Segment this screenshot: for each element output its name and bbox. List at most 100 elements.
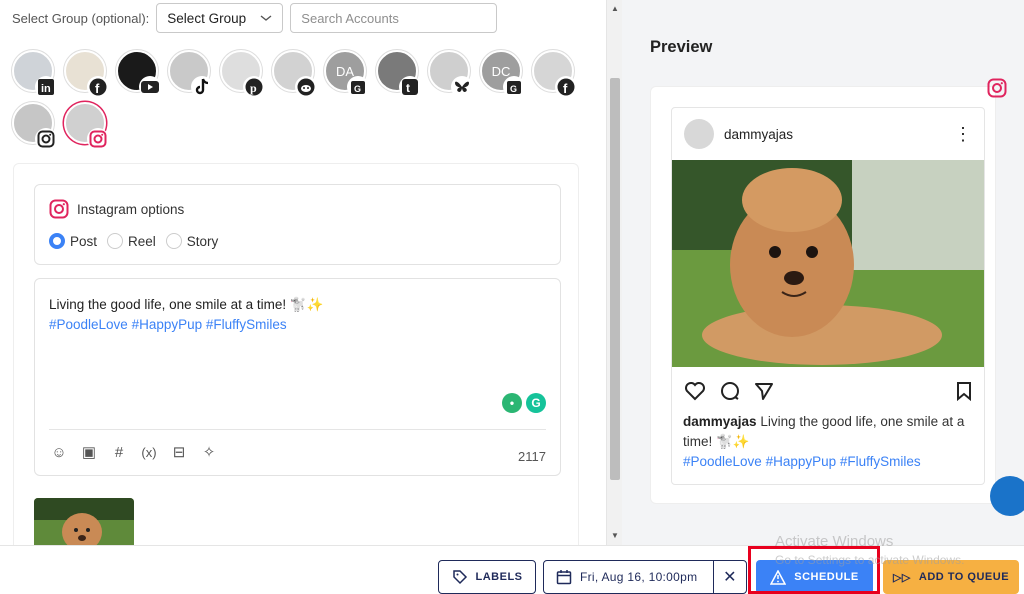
ai-sparkle-icon[interactable]: ✧ xyxy=(199,443,219,461)
chat-support-button[interactable] xyxy=(990,476,1024,516)
svg-text:f: f xyxy=(563,81,568,96)
instagram-post-preview: dammyajas ⋮ dammyajas Living the good li… xyxy=(671,107,985,485)
account-avatar-tiktok[interactable] xyxy=(168,50,213,98)
account-avatar-linkedin[interactable]: in xyxy=(12,50,57,98)
caption-hashtags: #PoodleLove #HappyPup #FluffySmiles xyxy=(683,454,921,469)
grammarly-icon[interactable]: G xyxy=(526,393,546,413)
preview-card: dammyajas ⋮ dammyajas Living the good li… xyxy=(650,86,996,504)
writing-assistants: • G xyxy=(502,393,546,413)
avatar-initials: DC xyxy=(491,63,511,79)
post-text-editor[interactable]: Living the good life, one smile at a tim… xyxy=(34,278,561,476)
editor-toolbar: ☺ ▣ # (x) ⊟ ✧ xyxy=(49,443,219,462)
account-avatar-facebook-2[interactable]: f xyxy=(532,50,577,98)
tiktok-icon xyxy=(191,76,213,98)
bluesky-icon xyxy=(451,76,473,98)
radio-post[interactable]: Post xyxy=(49,233,97,249)
schedule-date-picker[interactable]: Fri, Aug 16, 10:00pm ✕ xyxy=(543,560,747,594)
post-body-text: Living the good life, one smile at a tim… xyxy=(49,297,324,312)
preview-title: Preview xyxy=(650,38,713,56)
share-icon[interactable] xyxy=(754,381,774,401)
chevron-down-icon xyxy=(260,15,272,21)
avatar-initials: DA xyxy=(335,63,355,79)
instagram-options-header: Instagram options xyxy=(49,199,184,219)
facebook-icon: f xyxy=(555,76,577,98)
instagram-icon xyxy=(35,128,57,150)
bookmark-icon[interactable] xyxy=(956,381,972,401)
post-header: dammyajas ⋮ xyxy=(672,108,984,160)
svg-text:p: p xyxy=(250,81,257,95)
account-avatar-youtube[interactable] xyxy=(116,50,161,98)
radio-dot xyxy=(165,233,182,249)
svg-text:G: G xyxy=(354,84,361,94)
more-options-icon[interactable]: ⋮ xyxy=(954,124,972,145)
svg-text:f: f xyxy=(95,81,100,96)
group-row: Select Group (optional): Select Group xyxy=(12,2,498,34)
poodle-image xyxy=(34,498,134,545)
caption-username: dammyajas xyxy=(683,414,757,429)
character-count: 2117 xyxy=(518,449,546,464)
svg-text:t: t xyxy=(406,81,410,95)
google-business-icon: G xyxy=(347,76,369,98)
emoji-icon[interactable]: ☺ xyxy=(49,444,69,461)
comment-icon[interactable] xyxy=(720,381,740,401)
instagram-icon xyxy=(987,78,1007,98)
account-avatar-facebook[interactable]: f xyxy=(64,50,109,98)
attached-media-thumbnail[interactable] xyxy=(34,498,134,545)
preview-username: dammyajas xyxy=(724,126,794,142)
group-select[interactable]: Select Group xyxy=(156,3,284,33)
linkedin-icon: in xyxy=(35,76,57,98)
svg-text:G: G xyxy=(510,84,517,94)
post-hashtags: #PoodleLove #HappyPup #FluffySmiles xyxy=(49,317,287,332)
image-icon[interactable]: ▣ xyxy=(79,443,99,461)
labels-button-label: LABELS xyxy=(475,571,523,583)
account-avatar-pinterest[interactable]: p xyxy=(220,50,265,98)
clear-date-icon[interactable]: ✕ xyxy=(713,561,746,593)
fast-forward-icon: ▷▷ xyxy=(892,571,911,584)
avatar xyxy=(684,119,714,149)
instagram-options-title: Instagram options xyxy=(77,201,185,217)
post-type-radios: Post Reel Story xyxy=(49,233,218,249)
vertical-scrollbar[interactable]: ▲ ▼ xyxy=(606,0,622,545)
radio-label: Reel xyxy=(128,233,156,249)
scrollbar-thumb[interactable] xyxy=(610,78,620,480)
scroll-up-icon[interactable]: ▲ xyxy=(611,4,619,13)
post-text[interactable]: Living the good life, one smile at a tim… xyxy=(49,295,324,335)
account-avatar-google-business-da[interactable]: DA G xyxy=(324,50,369,98)
instagram-icon xyxy=(49,199,69,219)
radio-label: Post xyxy=(70,233,98,249)
pinterest-icon: p xyxy=(243,76,265,98)
google-business-icon: G xyxy=(503,76,525,98)
hashtag-icon[interactable]: # xyxy=(109,444,129,461)
divider xyxy=(49,429,546,430)
watermark-line1: Activate Windows xyxy=(775,533,894,550)
account-avatar-instagram[interactable] xyxy=(12,102,57,150)
preview-panel: Preview dammyajas ⋮ dammyajas Living the… xyxy=(623,0,1024,545)
group-select-value: Select Group xyxy=(167,10,247,26)
radio-reel[interactable]: Reel xyxy=(107,233,156,249)
post-image xyxy=(672,160,984,367)
variable-icon[interactable]: (x) xyxy=(139,445,159,460)
account-avatar-reddit[interactable] xyxy=(272,50,317,98)
account-avatar-bluesky[interactable] xyxy=(428,50,473,98)
radio-dot xyxy=(107,233,124,249)
watermark-line2: Go to Settings to activate Windows. xyxy=(775,553,965,567)
radio-label: Story xyxy=(186,233,219,249)
reddit-icon xyxy=(295,76,317,98)
account-avatar-google-business-dc[interactable]: DC G xyxy=(480,50,525,98)
queue-button-label: ADD TO QUEUE xyxy=(918,571,1010,583)
post-editor-card: Instagram options Post Reel Story Living… xyxy=(13,163,579,545)
lightbulb-icon[interactable]: • xyxy=(502,393,522,413)
tag-icon xyxy=(452,570,467,585)
layout-icon[interactable]: ⊟ xyxy=(169,443,189,461)
composer-panel: Select Group (optional): Select Group in… xyxy=(0,0,606,545)
account-avatar-tumblr[interactable]: t xyxy=(376,50,421,98)
svg-text:in: in xyxy=(41,83,51,95)
labels-button[interactable]: LABELS xyxy=(438,560,536,594)
group-label: Select Group (optional): xyxy=(12,10,150,26)
heart-icon[interactable] xyxy=(684,381,706,401)
search-accounts-input[interactable] xyxy=(290,3,498,33)
radio-story[interactable]: Story xyxy=(165,233,219,249)
account-avatar-instagram-selected[interactable] xyxy=(64,102,109,150)
radio-dot xyxy=(49,233,65,249)
scroll-down-icon[interactable]: ▼ xyxy=(611,531,619,540)
